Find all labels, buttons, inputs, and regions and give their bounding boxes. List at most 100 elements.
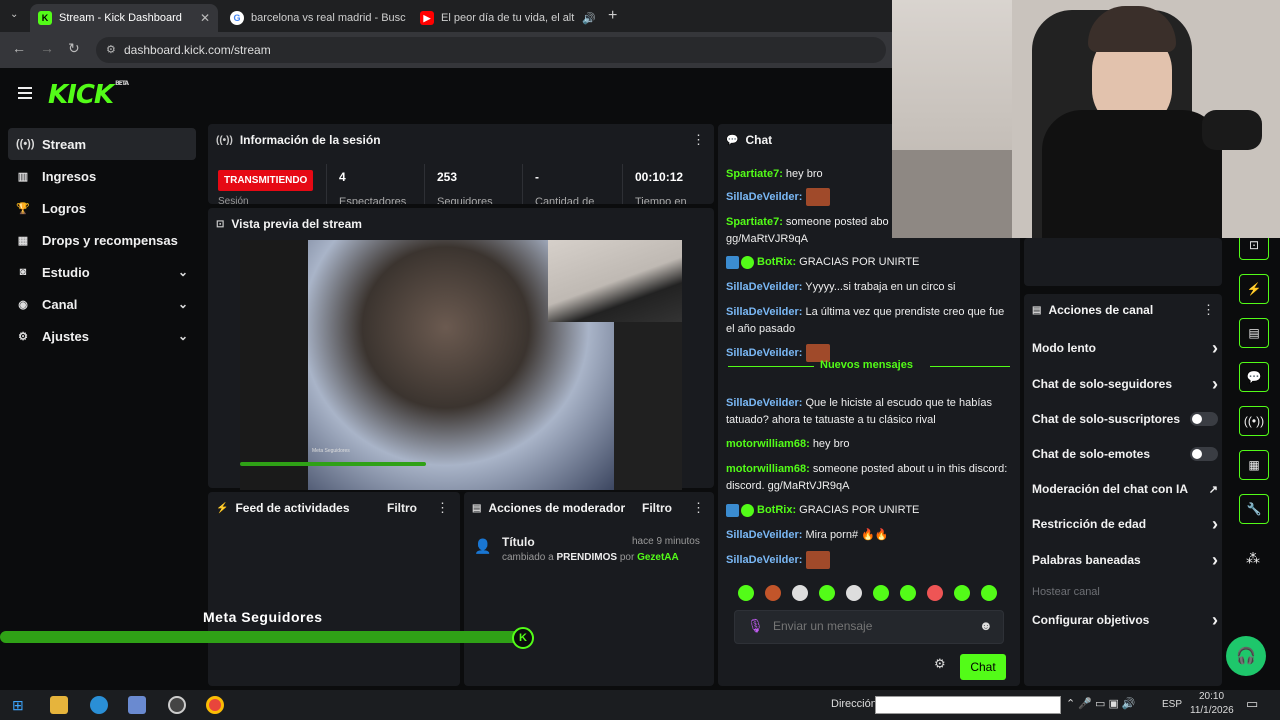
url-field[interactable]: ⚙ dashboard.kick.com/stream bbox=[96, 37, 886, 63]
reload-icon[interactable]: ↻ bbox=[68, 40, 80, 57]
address-toolbar-input[interactable] bbox=[875, 696, 1061, 714]
broadcast-icon[interactable]: ((•)) bbox=[1239, 406, 1269, 436]
emote-icon[interactable] bbox=[927, 585, 943, 601]
channel-action-restricci-n-de-edad[interactable]: Restricción de edad › bbox=[1032, 514, 1218, 534]
emote-icon[interactable] bbox=[792, 585, 808, 601]
back-icon[interactable]: ← bbox=[12, 40, 26, 56]
monitor-app-icon[interactable] bbox=[128, 696, 146, 714]
tab-search-icon[interactable]: ⌄ bbox=[10, 9, 18, 20]
chat-username[interactable]: motorwilliam68: bbox=[726, 463, 810, 475]
obs-icon[interactable] bbox=[168, 696, 186, 714]
tab-google-search[interactable]: G barcelona vs real madrid - Busc ✕ bbox=[222, 4, 408, 32]
lightning-icon[interactable]: ⚡ bbox=[1239, 274, 1269, 304]
stream-preview-video[interactable]: Meta Seguidores bbox=[240, 240, 682, 490]
more-options-icon[interactable]: ⋮ bbox=[436, 500, 449, 516]
channel-action-label: Chat de solo-emotes bbox=[1032, 447, 1151, 461]
channel-action-palabras-baneadas[interactable]: Palabras baneadas › bbox=[1032, 550, 1218, 570]
emote-icon[interactable] bbox=[846, 585, 862, 601]
file-explorer-icon[interactable] bbox=[50, 696, 68, 714]
layout-icon[interactable]: ▦ bbox=[1239, 450, 1269, 480]
chat-username[interactable]: SillaDeVeilder: bbox=[726, 554, 802, 566]
chat-username[interactable]: SillaDeVeilder: bbox=[726, 191, 802, 203]
more-options-icon[interactable]: ⋮ bbox=[692, 132, 705, 148]
emote-icon[interactable] bbox=[954, 585, 970, 601]
more-options-icon[interactable]: ⋮ bbox=[692, 500, 705, 516]
chat-input-box[interactable]: 🎙 ☻ bbox=[734, 610, 1004, 644]
chat-username[interactable]: SillaDeVeilder: bbox=[726, 397, 802, 409]
chat-username[interactable]: BotRix: bbox=[757, 504, 796, 516]
emote-icon[interactable] bbox=[738, 585, 754, 601]
channel-action-label: Modo lento bbox=[1032, 341, 1096, 355]
emote-icon[interactable] bbox=[873, 585, 889, 601]
toggle-switch[interactable] bbox=[1190, 447, 1218, 461]
channel-action-modo-lento[interactable]: Modo lento › bbox=[1032, 338, 1218, 358]
speaker-icon[interactable]: 🔊 bbox=[582, 12, 596, 25]
site-info-icon[interactable]: ⚙ bbox=[106, 43, 116, 56]
channel-action-moderaci-n-del-chat-con-ia[interactable]: Moderación del chat con IA ↗ bbox=[1032, 479, 1218, 499]
chat-username[interactable]: SillaDeVeilder: bbox=[726, 306, 802, 318]
forward-icon[interactable]: → bbox=[40, 40, 54, 56]
chat-username[interactable]: motorwilliam68: bbox=[726, 438, 810, 450]
sidebar-item-logros[interactable]: 🏆 Logros bbox=[8, 192, 196, 224]
filter-button[interactable]: Filtro bbox=[642, 501, 672, 515]
emote-quick-bar[interactable] bbox=[738, 585, 1008, 606]
wrench-icon[interactable]: 🔧 bbox=[1239, 494, 1269, 524]
chat-username[interactable]: SillaDeVeilder: bbox=[726, 281, 802, 293]
language-indicator[interactable]: ESP bbox=[1162, 699, 1182, 710]
close-icon[interactable]: ✕ bbox=[596, 11, 600, 25]
close-icon[interactable]: ✕ bbox=[406, 11, 408, 25]
channel-action-configurar-objetivos[interactable]: Configurar objetivos › bbox=[1032, 610, 1218, 630]
clock-time[interactable]: 20:10 bbox=[1199, 691, 1224, 702]
edge-browser-icon[interactable] bbox=[90, 696, 108, 714]
kick-logo[interactable]: KICK BETA bbox=[48, 80, 129, 110]
emoji-picker-icon[interactable]: ☻ bbox=[979, 618, 993, 633]
support-headset-icon[interactable]: 🎧 bbox=[1226, 636, 1266, 676]
microphone-icon[interactable]: 🎙 bbox=[747, 618, 764, 634]
mod-action-by: por bbox=[619, 552, 635, 563]
sidebar-item-ingresos[interactable]: ▥ Ingresos bbox=[8, 160, 196, 192]
chat-message-input[interactable] bbox=[773, 619, 973, 633]
new-messages-label: Nuevos mensajes bbox=[820, 359, 913, 371]
emote-icon[interactable] bbox=[900, 585, 916, 601]
chevron-down-icon: ⌄ bbox=[177, 297, 188, 311]
channel-action-chat-de-solo-emotes[interactable]: Chat de solo-emotes bbox=[1032, 444, 1218, 464]
new-tab-icon[interactable]: + bbox=[608, 7, 617, 25]
emote-icon[interactable] bbox=[765, 585, 781, 601]
broadcast-icon: ((•)) bbox=[216, 134, 233, 146]
filter-button[interactable]: Filtro bbox=[387, 501, 417, 515]
sidebar-item-drops[interactable]: ▦ Drops y recompensas bbox=[8, 224, 196, 256]
chat-username[interactable]: BotRix: bbox=[757, 256, 796, 268]
menu-icon[interactable] bbox=[18, 87, 32, 99]
sidebar-item-canal[interactable]: ◉ Canal ⌄ bbox=[8, 288, 196, 320]
toggle-switch[interactable] bbox=[1190, 412, 1218, 426]
mod-action-user[interactable]: GezetAA bbox=[637, 552, 679, 563]
chat-text: GRACIAS POR UNIRTE bbox=[799, 256, 920, 268]
chat-send-button[interactable]: Chat bbox=[960, 654, 1006, 680]
chat-username[interactable]: Spartiate7: bbox=[726, 168, 783, 180]
emote-icon[interactable] bbox=[981, 585, 997, 601]
tray-chevron-icon[interactable]: ⌃ 🎤 ▭ ▣ 🔊 bbox=[1066, 697, 1136, 710]
document-icon[interactable]: ▤ bbox=[1239, 318, 1269, 348]
panel-title: 💬 Chat bbox=[726, 133, 772, 147]
chat-bubble-icon[interactable]: 💬 bbox=[1239, 362, 1269, 392]
tab-kick-dashboard[interactable]: K Stream - Kick Dashboard ✕ bbox=[30, 4, 218, 32]
blocks-icon[interactable]: ⁂ bbox=[1246, 550, 1260, 567]
emote-icon[interactable] bbox=[819, 585, 835, 601]
close-icon[interactable]: ✕ bbox=[194, 11, 210, 25]
chat-username[interactable]: SillaDeVeilder: bbox=[726, 529, 802, 541]
clock-date[interactable]: 11/1/2026 bbox=[1190, 705, 1234, 716]
gear-icon[interactable]: ⚙ bbox=[934, 656, 946, 672]
windows-start-icon[interactable]: ⊞ bbox=[12, 697, 24, 714]
chrome-browser-icon[interactable] bbox=[206, 696, 224, 714]
stat-time: 00:10:12 Tiempo en bbox=[622, 164, 714, 204]
notifications-icon[interactable]: ▭ bbox=[1246, 696, 1258, 712]
chat-username[interactable]: SillaDeVeilder: bbox=[726, 347, 802, 359]
channel-action-chat-de-solo-suscriptores[interactable]: Chat de solo-suscriptores bbox=[1032, 409, 1218, 429]
tab-youtube[interactable]: ▶ El peor día de tu vida, el alt 🔊 ✕ bbox=[412, 4, 600, 32]
sidebar-item-ajustes[interactable]: ⚙ Ajustes ⌄ bbox=[8, 320, 196, 352]
sidebar-item-estudio[interactable]: ◙ Estudio ⌄ bbox=[8, 256, 196, 288]
chat-username[interactable]: Spartiate7: bbox=[726, 216, 783, 228]
more-options-icon[interactable]: ⋮ bbox=[1202, 302, 1215, 318]
channel-action-chat-de-solo-seguidores[interactable]: Chat de solo-seguidores › bbox=[1032, 374, 1218, 394]
sidebar-item-stream[interactable]: ((•)) Stream bbox=[8, 128, 196, 160]
